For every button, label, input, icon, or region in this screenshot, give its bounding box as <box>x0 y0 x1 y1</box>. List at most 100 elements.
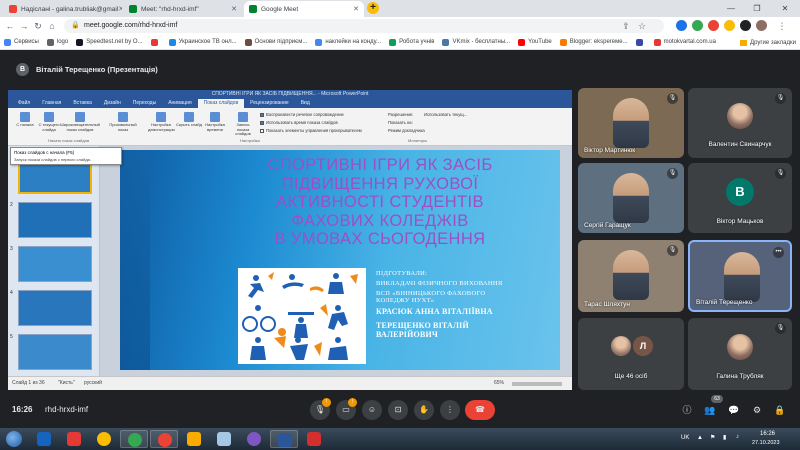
extension-puzzle-icon[interactable] <box>740 20 751 31</box>
ribbon-button[interactable]: Настройка времени <box>202 112 228 136</box>
ribbon-checkbox[interactable]: Воспроизвести речевое сопровождение <box>260 112 344 117</box>
participant-tile[interactable]: В Віктор Мацьков 🎙 <box>688 163 792 233</box>
ribbon-button[interactable]: Скрыть слайд <box>176 112 202 136</box>
reload-icon[interactable]: ↻ <box>32 20 44 32</box>
address-bar[interactable]: 🔒 meet.google.com/rhd-hrxd-imf <box>64 19 664 33</box>
bookmark-item[interactable]: Blogger: eksperеме... <box>559 38 628 46</box>
extension-icon[interactable] <box>676 20 687 31</box>
clock-time[interactable]: 16:26 <box>760 431 775 437</box>
flag-icon[interactable]: ⚑ <box>710 434 715 441</box>
taskbar-app[interactable] <box>150 430 178 448</box>
chat-icon[interactable]: 💬 <box>727 403 741 417</box>
bookmark-item[interactable]: Робота учнів <box>389 38 434 46</box>
extension-icon[interactable] <box>708 20 719 31</box>
menu-dots-icon[interactable]: ⋮ <box>776 20 788 32</box>
minimize-icon[interactable]: — <box>718 0 744 17</box>
taskbar-app[interactable] <box>300 430 328 448</box>
extension-icon[interactable] <box>724 20 735 31</box>
meeting-info-icon[interactable]: ⓘ <box>680 403 694 417</box>
participant-tile[interactable]: Сергій Гаращук 🎙 <box>578 163 684 233</box>
other-bookmarks[interactable]: Другие закладки <box>740 35 796 50</box>
bookmark-item[interactable]: YouTube <box>518 38 552 46</box>
bookmark-item[interactable]: Speedtest.net by O... <box>76 38 143 46</box>
ribbon-checkbox[interactable]: Показать элементы управления проигрывате… <box>260 128 362 133</box>
taskbar-app[interactable] <box>210 430 238 448</box>
ribbon-tab[interactable]: Анимация <box>162 99 197 108</box>
back-icon[interactable]: ← <box>4 20 16 32</box>
bookmark-item[interactable]: наклейки на конду... <box>315 38 381 46</box>
bookmark-item[interactable]: Сервисы <box>4 38 39 46</box>
ribbon-button[interactable]: Широковещательный показ слайдов <box>60 112 100 136</box>
clock-date[interactable]: 27.10.2023 <box>752 440 780 446</box>
raise-hand-button[interactable]: ✋ <box>414 400 434 420</box>
activities-icon[interactable]: ⚙ <box>750 403 764 417</box>
forward-icon[interactable]: → <box>18 20 30 32</box>
bookmark-item[interactable]: Основи підприєм... <box>244 38 307 46</box>
network-icon[interactable]: ▮ <box>723 434 726 441</box>
browser-tab-meet-code[interactable]: Meet: "rhd-hrxd-imf" ✕ <box>124 1 242 17</box>
ribbon-button[interactable]: С текущего слайда <box>36 112 62 136</box>
shared-screen[interactable]: СПОРТИВНІ ІГРИ ЯК ЗАСІБ ПІДВИЩЕННЯ... - … <box>8 90 572 390</box>
profile-avatar[interactable] <box>756 20 767 31</box>
slide-thumbnail[interactable] <box>18 246 92 282</box>
window-close-icon[interactable]: ✕ <box>772 0 798 17</box>
bookmark-item[interactable]: Украинское ТВ онл... <box>168 38 237 46</box>
new-tab-button[interactable]: + <box>367 2 379 14</box>
host-controls-icon[interactable]: 🔒 <box>773 403 787 417</box>
close-icon[interactable]: ✕ <box>353 5 359 13</box>
ribbon-button[interactable]: Настройка демонстрации <box>148 112 175 136</box>
extension-icon[interactable] <box>692 20 703 31</box>
taskbar-app[interactable] <box>270 430 298 448</box>
ribbon-button[interactable]: Произвольный показ <box>104 112 142 136</box>
language-indicator[interactable]: UK <box>681 435 689 441</box>
taskbar-app[interactable] <box>30 430 58 448</box>
monitor-option[interactable]: Использовать текущ... <box>424 112 467 117</box>
participant-tile[interactable]: Валентин Свинарчук 🎙 <box>688 88 792 158</box>
present-button[interactable]: ⊡ <box>388 400 408 420</box>
taskbar-app[interactable] <box>120 430 148 448</box>
windows-start-icon[interactable] <box>6 431 22 447</box>
taskbar-app[interactable] <box>240 430 268 448</box>
leave-call-button[interactable]: ☎ <box>465 400 495 420</box>
bookmark-item[interactable] <box>635 38 646 46</box>
ribbon-tab[interactable]: Главная <box>36 99 67 108</box>
ribbon-button[interactable]: С начала <box>12 112 38 136</box>
slide-thumbnail[interactable] <box>18 202 92 238</box>
more-options-button[interactable]: ⋮ <box>440 400 460 420</box>
home-icon[interactable]: ⌂ <box>46 20 58 32</box>
slide-thumbnail[interactable] <box>18 290 92 326</box>
bookmark-item[interactable]: VKmix - бесплатны... <box>442 38 510 46</box>
ribbon-tab[interactable]: Переходы <box>127 99 162 108</box>
zoom-level[interactable]: 65% <box>494 380 504 386</box>
participant-tile[interactable]: Галина Трубляк 🎙 <box>688 318 792 390</box>
bookmark-item[interactable]: logo <box>46 38 68 46</box>
slide-thumbnail[interactable] <box>18 334 92 370</box>
taskbar-app[interactable] <box>180 430 208 448</box>
browser-tab-gmail[interactable]: Надіслані - galina.trubliak@gmail ✕ <box>4 1 122 17</box>
share-icon[interactable]: ⇪ <box>620 20 632 32</box>
ribbon-tab[interactable]: Файл <box>12 99 36 108</box>
participant-tile[interactable]: Віктор Мартинюк 🎙 <box>578 88 684 158</box>
ribbon-tab[interactable]: Вид <box>295 99 316 108</box>
taskbar-app[interactable] <box>90 430 118 448</box>
participant-tile[interactable]: Л Ще 46 осіб <box>578 318 684 390</box>
zoom-slider[interactable] <box>512 382 562 386</box>
bookmark-star-icon[interactable]: ☆ <box>636 20 648 32</box>
people-icon[interactable]: 👥 <box>703 403 717 417</box>
emoji-button[interactable]: ☺ <box>362 400 382 420</box>
browser-tab-google-meet[interactable]: Google Meet ✕ <box>244 1 364 17</box>
close-icon[interactable]: ✕ <box>118 5 122 13</box>
participant-tile[interactable]: Тарас Шляхтун 🎙 <box>578 240 684 312</box>
taskbar-app[interactable] <box>60 430 88 448</box>
ribbon-tab[interactable]: Показ слайдов <box>197 99 245 108</box>
participant-tile[interactable]: Віталій Терещенко ••• <box>688 240 792 312</box>
close-icon[interactable]: ✕ <box>231 5 237 13</box>
ribbon-tab[interactable]: Рецензирование <box>244 99 295 108</box>
volume-icon[interactable]: ♪ <box>736 434 739 440</box>
ribbon-tab[interactable]: Дизайн <box>98 99 127 108</box>
ribbon-tab[interactable]: Вставка <box>67 99 98 108</box>
monitor-option[interactable]: Разрешение: <box>388 112 413 117</box>
ribbon-button[interactable]: Запись показа слайдов <box>230 112 256 136</box>
bookmark-item[interactable] <box>150 38 161 46</box>
tray-arrow-icon[interactable]: ▲ <box>697 435 703 441</box>
